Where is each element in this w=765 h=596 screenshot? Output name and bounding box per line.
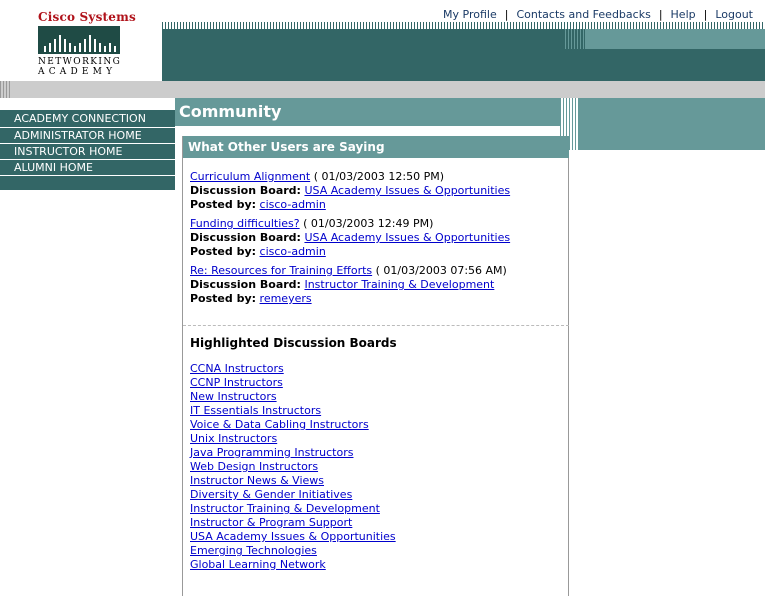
header-step-decoration (565, 29, 585, 49)
board-link[interactable]: IT Essentials Instructors (190, 404, 321, 417)
posted-by-label: Posted by: (190, 292, 257, 305)
user-discussions-panel: What Other Users are Saying Curriculum A… (182, 136, 569, 596)
post-author-link[interactable]: remeyers (260, 292, 312, 305)
board-link[interactable]: CCNP Instructors (190, 376, 283, 389)
post-author-link[interactable]: cisco-admin (260, 245, 326, 258)
nav-item-academy-connection[interactable]: ACADEMY CONNECTION (0, 110, 175, 128)
nav-footer (0, 176, 175, 190)
board-link[interactable]: Emerging Technologies (190, 544, 317, 557)
my-profile-link[interactable]: My Profile (443, 8, 497, 21)
nav-item-instructor-home[interactable]: INSTRUCTOR HOME (0, 144, 175, 160)
board-link[interactable]: USA Academy Issues & Opportunities (190, 530, 396, 543)
post-subject-link[interactable]: Curriculum Alignment (190, 170, 310, 183)
board-link[interactable]: Unix Instructors (190, 432, 277, 445)
board-link[interactable]: CCNA Instructors (190, 362, 284, 375)
discussion-board-label: Discussion Board: (190, 278, 301, 291)
header-accent (585, 29, 765, 49)
post-item: Funding difficulties? ( 01/03/2003 12:49… (190, 217, 562, 259)
posted-by-label: Posted by: (190, 245, 257, 258)
post-board-link[interactable]: USA Academy Issues & Opportunities (304, 231, 510, 244)
brand-academy-line1: Networking (38, 57, 122, 67)
board-link[interactable]: Java Programming Instructors (190, 446, 353, 459)
post-item: Re: Resources for Training Efforts ( 01/… (190, 264, 562, 306)
posted-by-label: Posted by: (190, 198, 257, 211)
discussion-board-label: Discussion Board: (190, 231, 301, 244)
page-title: Community (179, 102, 282, 121)
board-link[interactable]: Web Design Instructors (190, 460, 318, 473)
grey-bar-stripes (0, 81, 12, 98)
board-link[interactable]: Instructor & Program Support (190, 516, 352, 529)
board-link[interactable]: Instructor News & Views (190, 474, 324, 487)
logout-link[interactable]: Logout (715, 8, 753, 21)
brand-academy-line2: Academy (38, 67, 117, 77)
board-link[interactable]: Instructor Training & Development (190, 502, 380, 515)
post-item: Curriculum Alignment ( 01/03/2003 12:50 … (190, 170, 562, 212)
cisco-bridge-icon (38, 26, 120, 54)
contacts-feedbacks-link[interactable]: Contacts and Feedbacks (516, 8, 650, 21)
top-links: My Profile | Contacts and Feedbacks | Help | L… (443, 8, 753, 21)
community-band-right (578, 98, 765, 150)
post-list: Curriculum Alignment ( 01/03/2003 12:50 … (190, 170, 562, 311)
brand-company: Cisco Systems (38, 10, 136, 24)
post-subject-link[interactable]: Re: Resources for Training Efforts (190, 264, 372, 277)
grey-divider-bar (0, 81, 765, 98)
help-link[interactable]: Help (671, 8, 696, 21)
section-divider (183, 325, 569, 326)
post-time: ( 01/03/2003 12:50 PM) (313, 170, 444, 183)
board-link[interactable]: New Instructors (190, 390, 277, 403)
nav-item-alumni-home[interactable]: ALUMNI HOME (0, 160, 175, 176)
separator: | (703, 8, 708, 21)
board-link[interactable]: Global Learning Network (190, 558, 326, 571)
highlighted-boards-title: Highlighted Discussion Boards (190, 336, 397, 350)
board-link[interactable]: Diversity & Gender Initiatives (190, 488, 352, 501)
cisco-networking-academy-logo[interactable]: Cisco Systems Networking Academy (38, 10, 136, 80)
highlighted-boards-list: CCNA Instructors CCNP Instructors New In… (190, 362, 396, 572)
post-time: ( 01/03/2003 07:56 AM) (375, 264, 507, 277)
panel-header: What Other Users are Saying (183, 136, 569, 158)
discussion-board-label: Discussion Board: (190, 184, 301, 197)
post-subject-link[interactable]: Funding difficulties? (190, 217, 300, 230)
separator: | (658, 8, 663, 21)
left-nav: ACADEMY CONNECTION ADMINISTRATOR HOME IN… (0, 110, 175, 190)
post-board-link[interactable]: USA Academy Issues & Opportunities (304, 184, 510, 197)
nav-item-administrator-home[interactable]: ADMINISTRATOR HOME (0, 128, 175, 144)
post-board-link[interactable]: Instructor Training & Development (304, 278, 494, 291)
panel-title: What Other Users are Saying (188, 140, 385, 154)
board-link[interactable]: Voice & Data Cabling Instructors (190, 418, 369, 431)
post-time: ( 01/03/2003 12:49 PM) (303, 217, 434, 230)
separator: | (504, 8, 509, 21)
post-author-link[interactable]: cisco-admin (260, 198, 326, 211)
